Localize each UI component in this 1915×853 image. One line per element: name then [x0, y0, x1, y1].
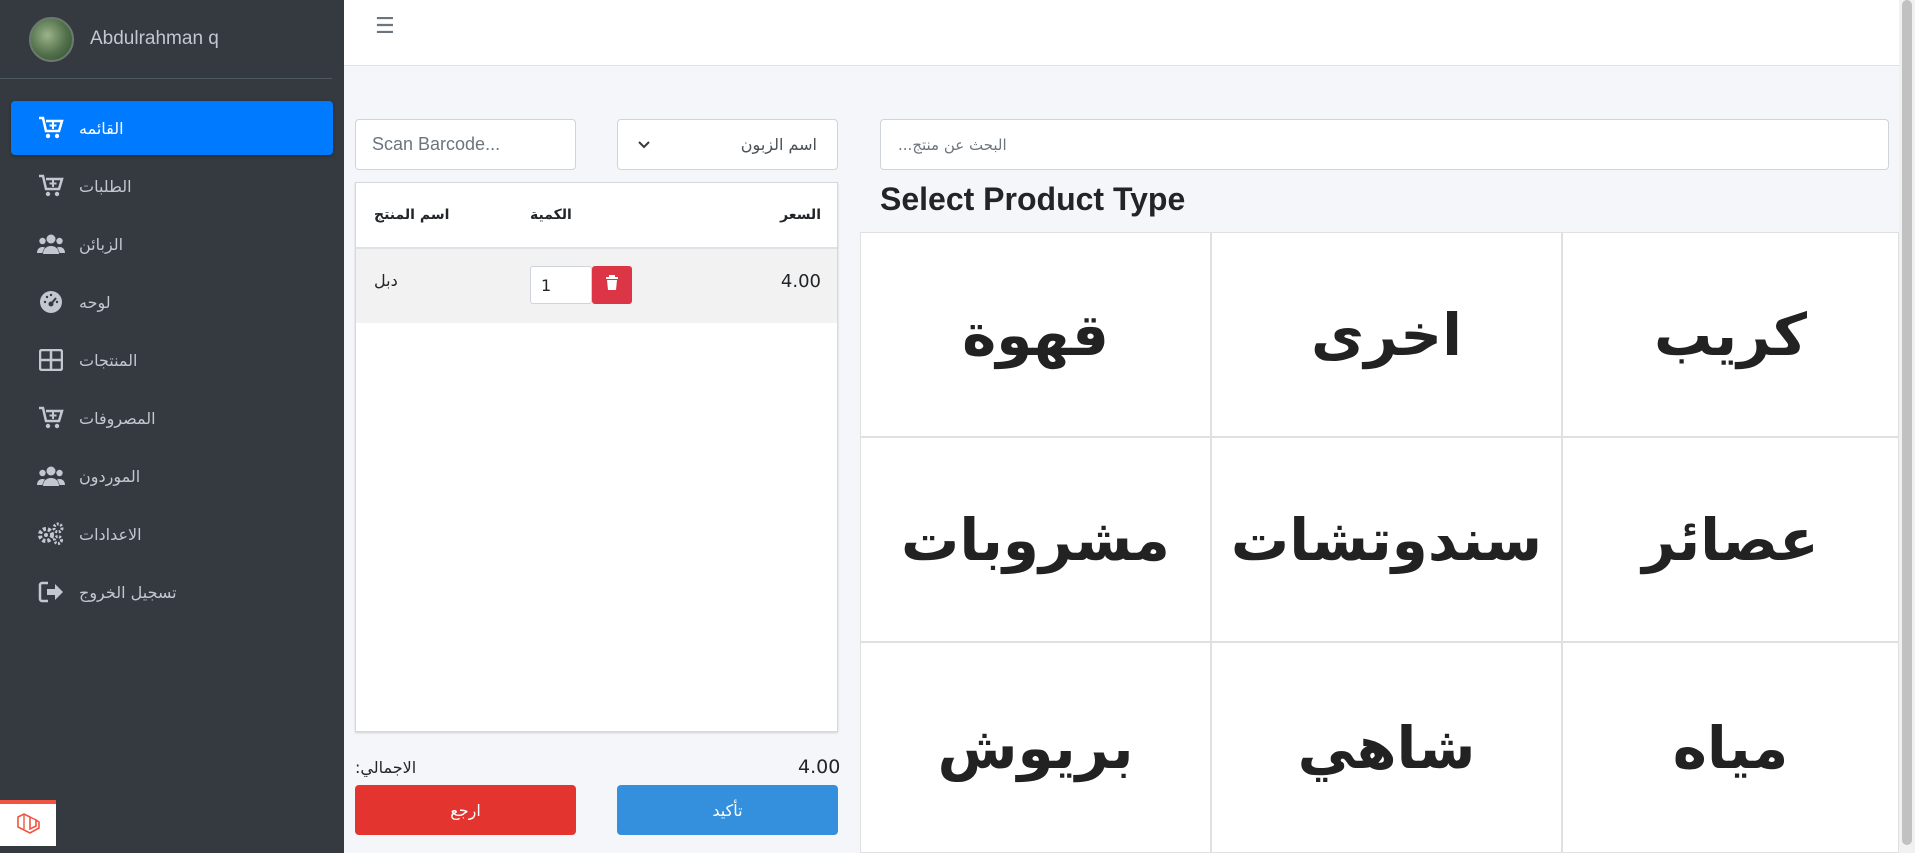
scrollbar-thumb[interactable] — [1902, 0, 1912, 845]
sidebar-item-settings[interactable]: الاعدادات — [11, 507, 333, 561]
sidebar-item-label: القائمه — [79, 118, 124, 138]
product-search-input[interactable]: ...البحث عن منتج — [880, 119, 1889, 170]
cart-plus-icon — [37, 114, 65, 142]
sidebar-item-label: المصروفات — [79, 408, 156, 428]
product-type-tile[interactable]: بريوش — [860, 642, 1211, 853]
trash-icon — [605, 275, 619, 295]
sidebar-item-orders[interactable]: الطلبات — [11, 159, 333, 213]
top-navbar: ☰ — [344, 0, 1899, 66]
table-header: اسم المنتج الكمية السعر — [356, 183, 837, 249]
column-header-quantity: الكمية — [530, 207, 572, 223]
cell-price: 4.00 — [780, 271, 821, 292]
sidebar-item-label: لوحه — [79, 292, 111, 312]
sidebar-item-dashboard[interactable]: لوحه — [11, 275, 333, 329]
column-header-price: السعر — [780, 207, 821, 223]
sidebar-item-label: المنتجات — [79, 350, 138, 370]
cart-plus-icon — [37, 404, 65, 432]
product-type-tile[interactable]: شاهي — [1211, 642, 1562, 853]
users-icon — [37, 462, 65, 490]
sidebar-item-customers[interactable]: الزبائن — [11, 217, 333, 271]
scrollbar[interactable] — [1899, 0, 1915, 853]
laravel-logo-icon[interactable] — [0, 800, 56, 846]
customer-select[interactable]: اسم الزبون — [617, 119, 838, 170]
chevron-down-icon — [638, 135, 650, 154]
product-type-tile[interactable]: كريب — [1562, 232, 1899, 437]
gears-icon — [37, 520, 65, 548]
users-icon — [37, 230, 65, 258]
sidebar-item-suppliers[interactable]: الموردون — [11, 449, 333, 503]
user-panel[interactable]: Abdulrahman q — [0, 0, 332, 79]
section-title: Select Product Type — [880, 181, 1186, 217]
product-type-tile[interactable]: مشروبات — [860, 437, 1211, 642]
grid-icon — [37, 346, 65, 374]
confirm-button[interactable]: تأكيد — [617, 785, 838, 835]
product-type-grid: قهوة اخرى كريب مشروبات سندوتشات عصائر بر… — [860, 232, 1899, 853]
product-type-tile[interactable]: سندوتشات — [1211, 437, 1562, 642]
column-header-product: اسم المنتج — [374, 207, 450, 223]
sidebar: Abdulrahman q القائمه الطلبات الزبائن لو… — [0, 0, 344, 853]
hamburger-menu-icon[interactable]: ☰ — [375, 14, 395, 39]
sidebar-item-label: الاعدادات — [79, 524, 142, 544]
sidebar-item-logout[interactable]: تسجيل الخروج — [11, 565, 333, 619]
sign-out-icon — [37, 578, 65, 606]
sidebar-item-label: الموردون — [79, 466, 141, 486]
product-type-tile[interactable]: مياه — [1562, 642, 1899, 853]
dashboard-gauge-icon — [37, 288, 65, 316]
delete-item-button[interactable] — [592, 266, 632, 304]
user-name: Abdulrahman q — [90, 28, 219, 49]
cell-product: دبل — [374, 271, 398, 290]
customer-select-value: اسم الزبون — [740, 135, 817, 154]
back-button[interactable]: ارجع — [355, 785, 576, 835]
product-type-tile[interactable]: اخرى — [1211, 232, 1562, 437]
total-label: :الاجمالي — [355, 758, 417, 777]
product-type-tile[interactable]: قهوة — [860, 232, 1211, 437]
sidebar-item-label: تسجيل الخروج — [79, 582, 177, 602]
sidebar-nav: القائمه الطلبات الزبائن لوحه المنتجات ال… — [0, 79, 344, 619]
cart-table: اسم المنتج الكمية السعر دبل 4.00 1 — [355, 182, 838, 732]
sidebar-item-label: الطلبات — [79, 176, 132, 196]
sidebar-item-products[interactable]: المنتجات — [11, 333, 333, 387]
total-value: 4.00 — [798, 756, 841, 778]
quantity-input[interactable]: 1 — [530, 266, 592, 304]
sidebar-item-menu[interactable]: القائمه — [11, 101, 333, 155]
sidebar-item-expenses[interactable]: المصروفات — [11, 391, 333, 445]
barcode-input[interactable]: Scan Barcode... — [355, 119, 576, 170]
product-type-tile[interactable]: عصائر — [1562, 437, 1899, 642]
cart-plus-icon — [37, 172, 65, 200]
avatar — [29, 16, 74, 62]
sidebar-item-label: الزبائن — [79, 234, 124, 254]
